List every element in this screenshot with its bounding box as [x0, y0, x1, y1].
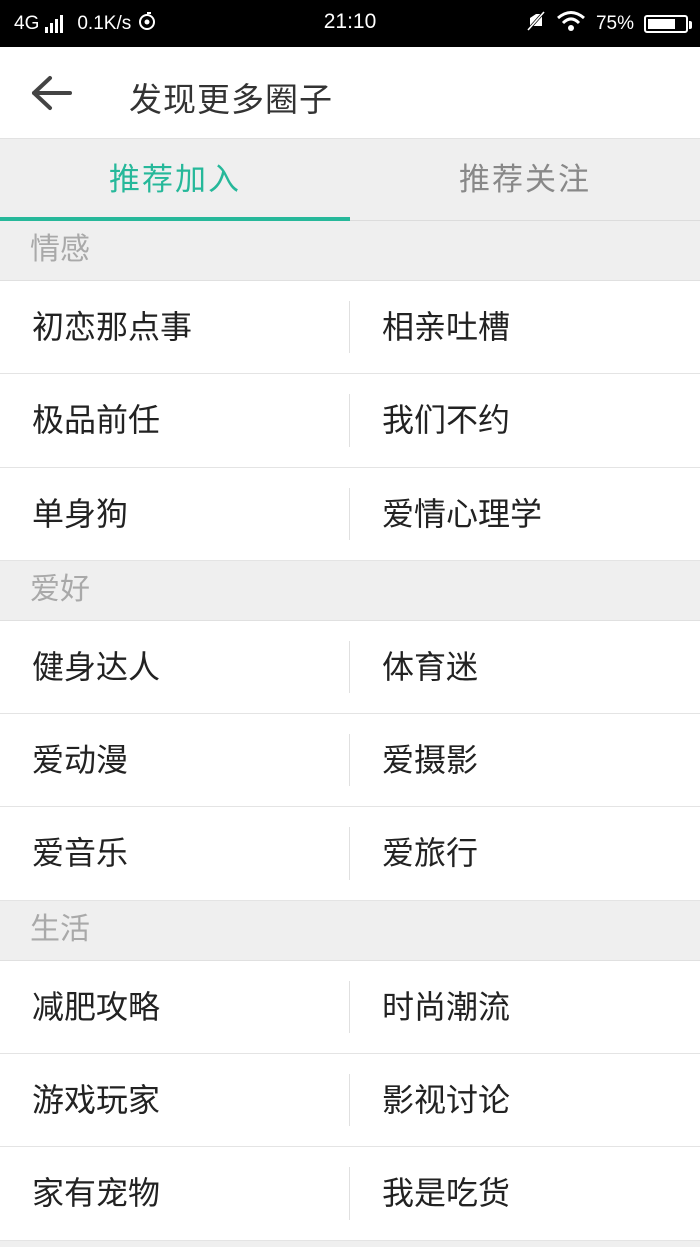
battery-level: [648, 19, 675, 29]
circle-item[interactable]: 家有宠物: [0, 1147, 350, 1239]
tab-bar: 推荐加入 推荐关注: [0, 139, 700, 221]
back-button[interactable]: [22, 67, 82, 119]
list-row: 初恋那点事 相亲吐槽: [0, 281, 700, 375]
app-header: 发现更多圈子: [0, 47, 700, 139]
circle-item[interactable]: 初恋那点事: [0, 281, 350, 373]
back-arrow-icon: [32, 76, 72, 110]
section-header-hobby: 爱好: [0, 560, 700, 621]
circle-item[interactable]: 体育迷: [350, 621, 700, 713]
circle-item[interactable]: 单身狗: [0, 468, 350, 560]
list-row: 爱音乐 爱旅行: [0, 807, 700, 901]
circle-item[interactable]: 我是吃货: [350, 1147, 700, 1239]
list-row: 健身达人 体育迷: [0, 620, 700, 715]
circle-item[interactable]: 游戏玩家: [0, 1054, 350, 1146]
circle-item[interactable]: 极品前任: [0, 374, 350, 466]
circle-item[interactable]: 相亲吐槽: [350, 281, 700, 373]
status-bar: 4G 0.1K/s 21:10 75%: [0, 0, 700, 47]
list-row: 单身狗 爱情心理学: [0, 467, 700, 561]
status-right: 75%: [526, 10, 692, 38]
battery-icon: [644, 15, 692, 33]
circle-item[interactable]: 影视讨论: [350, 1054, 700, 1146]
circle-item[interactable]: 健身达人: [0, 621, 350, 713]
list-row: 减肥攻略 时尚潮流: [0, 960, 700, 1055]
section-header-life: 生活: [0, 900, 700, 961]
battery-percent: 75%: [595, 13, 634, 34]
tab-recommend-follow[interactable]: 推荐关注: [350, 139, 700, 220]
page-title: 发现更多圈子: [129, 80, 333, 119]
circle-item[interactable]: 减肥攻略: [0, 961, 350, 1053]
circle-item[interactable]: 时尚潮流: [350, 961, 700, 1053]
section-header-emotion: 情感: [0, 221, 700, 281]
circle-item[interactable]: 爱摄影: [350, 714, 700, 806]
list-row: 家有宠物 我是吃货: [0, 1147, 700, 1241]
circle-list: 情感 初恋那点事 相亲吐槽 极品前任 我们不约 单身狗 爱情心理学 爱好 健身达…: [0, 221, 700, 1247]
circle-item[interactable]: 我们不约: [350, 374, 700, 466]
tab-recommend-join[interactable]: 推荐加入: [0, 139, 350, 221]
mute-icon: [526, 10, 546, 38]
circle-item[interactable]: 爱旅行: [350, 807, 700, 899]
wifi-icon: [556, 10, 586, 38]
list-row: 爱动漫 爱摄影: [0, 714, 700, 808]
list-row: 游戏玩家 影视讨论: [0, 1054, 700, 1148]
circle-item[interactable]: 爱情心理学: [350, 468, 700, 560]
circle-item[interactable]: 爱动漫: [0, 714, 350, 806]
circle-item[interactable]: 爱音乐: [0, 807, 350, 899]
list-row: 极品前任 我们不约: [0, 374, 700, 468]
